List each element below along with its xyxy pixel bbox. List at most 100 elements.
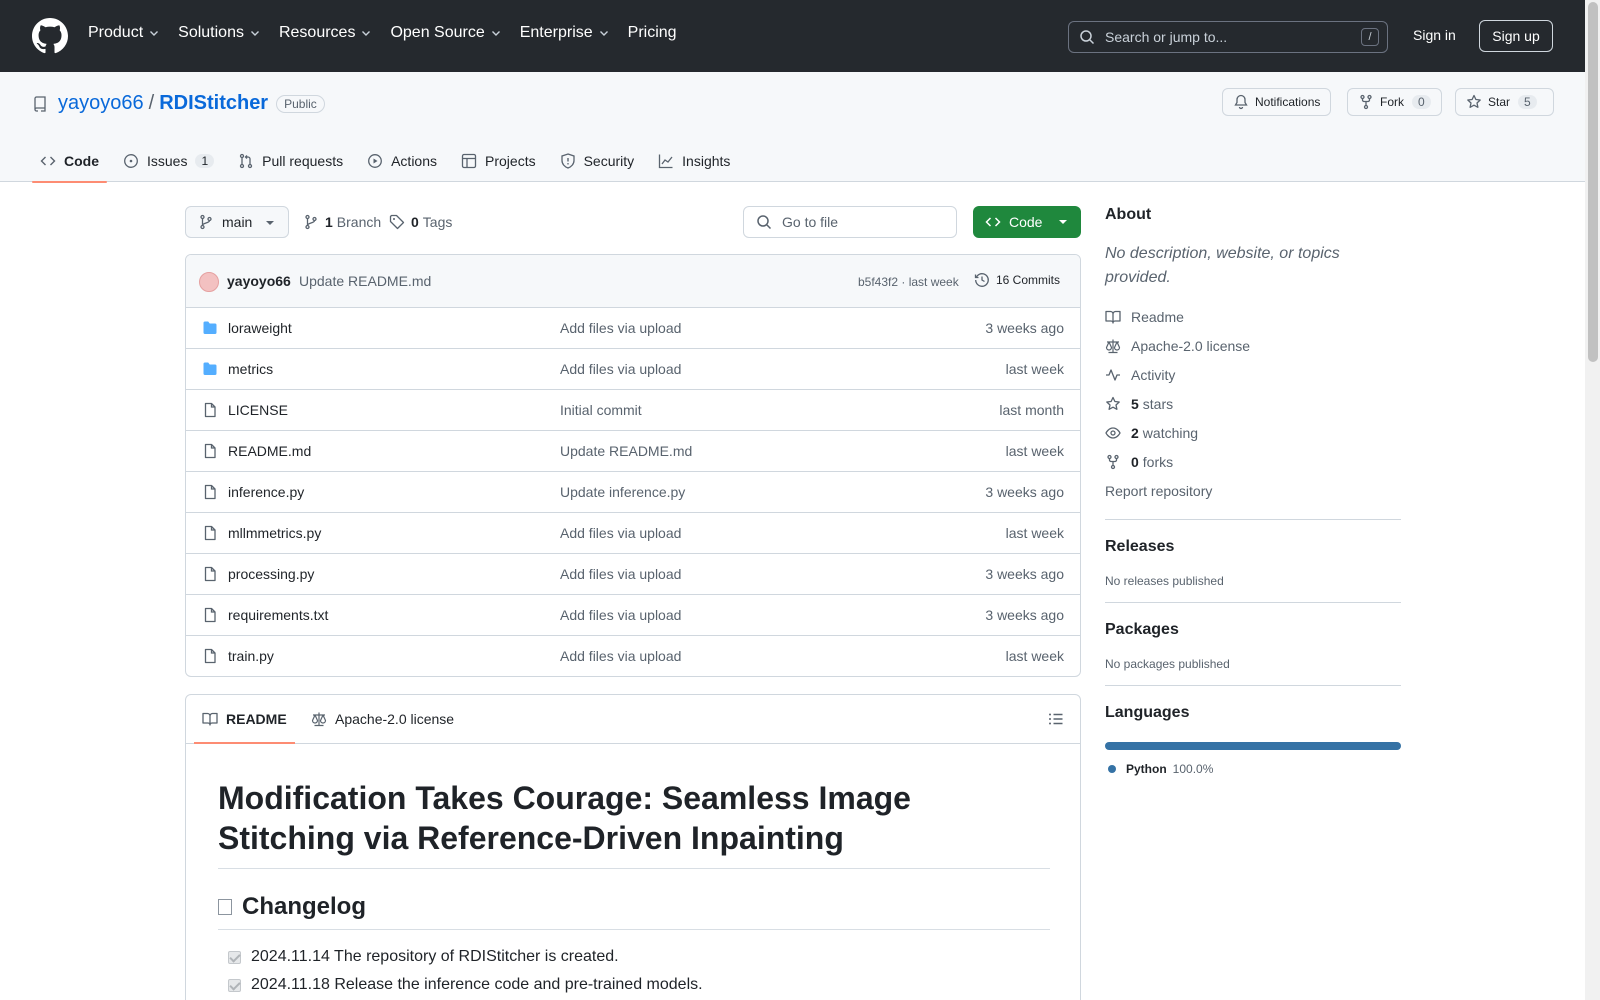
file-name-link[interactable]: requirements.txt [228,607,328,623]
file-name-link[interactable]: mllmmetrics.py [228,525,321,541]
tab-label: Issues [147,153,188,169]
link-label: watching [1142,424,1199,441]
nav-enterprise[interactable]: Enterprise [520,24,610,42]
fork-button[interactable]: Fork 0 [1347,88,1442,116]
license-tab[interactable]: Apache-2.0 license [311,695,454,743]
nav-label: Resources [278,24,356,41]
commit-hash-time[interactable]: b5f43f2 · last week [858,275,959,289]
pulse-icon [1106,368,1120,381]
star-icon [1467,94,1481,108]
file-name-link[interactable]: train.py [228,648,274,664]
star-button[interactable]: Star 5 [1455,88,1554,116]
file-commit-message[interactable]: Add files via upload [560,525,681,541]
commits-history-link[interactable]: 16 Commits [974,272,1060,288]
languages-heading: Languages [1105,704,1190,721]
issue-icon [124,154,138,168]
file-commit-age: 3 weeks ago [985,320,1064,336]
readme-link[interactable]: Readme [1105,302,1401,331]
file-row: LICENSE Initial commit last month [186,390,1080,431]
watching-count: 2 [1131,424,1139,441]
file-commit-message[interactable]: Add files via upload [560,607,681,623]
license-tab-label: Apache-2.0 license [335,711,455,727]
go-to-file-input[interactable]: Go to file [743,206,957,238]
tab-label: Insights [682,153,731,169]
readme-tab[interactable]: README [194,695,295,744]
releases-heading[interactable]: Releases [1105,538,1401,556]
search-input[interactable]: Search or jump to... / [1068,21,1388,53]
tag-count: 0 [411,214,419,230]
tab-security[interactable]: Security [552,140,643,182]
code-button-label: Code [1009,214,1043,230]
repo-title: yayoyo66 / RDIStitcher Public [32,92,325,115]
report-repository-link[interactable]: Report repository [1105,476,1401,505]
file-row: mllmmetrics.py Add files via upload last w… [186,513,1080,554]
file-icon [202,402,218,418]
nav-product[interactable]: Product [88,24,160,42]
tab-projects[interactable]: Projects [453,140,544,182]
file-commit-message[interactable]: Add files via upload [560,320,681,336]
scrollbar-thumb[interactable] [1588,2,1598,362]
history-icon [974,273,989,287]
nav-resources[interactable]: Resources [279,24,372,42]
file-list: yayoyo66 Update README.md b5f43f2 · last… [185,254,1081,677]
file-name-link[interactable]: README.md [228,443,311,459]
stars-link[interactable]: 5 stars [1105,389,1401,418]
file-name-link[interactable]: LICENSE [228,402,288,418]
branch-icon [305,214,317,230]
tag-icon [389,214,405,230]
nav-open-source[interactable]: Open Source [390,24,501,42]
branches-link[interactable]: 1 Branch [303,214,381,230]
tab-pull-requests[interactable]: Pull requests [230,140,351,182]
packages-heading[interactable]: Packages [1105,621,1401,639]
divider [1105,519,1401,520]
commit-author[interactable]: yayoyo66 [227,273,291,289]
tag-label: Tags [422,214,453,230]
tab-actions[interactable]: Actions [359,140,445,182]
fork-icon [1360,94,1372,110]
file-commit-message[interactable]: Add files via upload [560,361,681,377]
tab-issues[interactable]: Issues 1 [115,140,222,182]
language-item[interactable]: Python 100.0% [1105,762,1401,776]
tab-insights[interactable]: Insights [650,140,738,182]
chevron-down-icon [491,31,500,36]
file-commit-message[interactable]: Add files via upload [560,566,681,582]
code-dropdown-button[interactable]: Code [973,206,1081,238]
tags-link[interactable]: 0 Tags [389,214,452,230]
caret-down-icon [1059,220,1067,224]
file-name-link[interactable]: inference.py [228,484,304,500]
sign-up-button[interactable]: Sign up [1479,20,1553,52]
nav-pricing[interactable]: Pricing [628,24,677,42]
file-commit-message[interactable]: Update README.md [560,443,692,459]
divider [1105,602,1401,603]
table-icon [461,153,477,169]
file-name-link[interactable]: loraweight [228,320,292,336]
file-commit-message[interactable]: Initial commit [560,402,642,418]
file-commit-age: last week [1005,361,1064,377]
file-name-link[interactable]: metrics [228,361,273,377]
forks-link[interactable]: 0 forks [1105,447,1401,476]
watching-link[interactable]: 2 watching [1105,418,1401,447]
activity-link[interactable]: Activity [1105,360,1401,389]
branch-select-button[interactable]: main [185,206,289,238]
repo-owner-link[interactable]: yayoyo66 [58,92,144,115]
tab-code[interactable]: Code [32,140,107,183]
tab-label: Projects [485,153,536,169]
heading-anchor-icon[interactable] [218,899,232,915]
file-name-link[interactable]: processing.py [228,566,314,582]
file-commit-message[interactable]: Update inference.py [560,484,685,500]
nav-solutions[interactable]: Solutions [178,24,261,42]
repo-name-link[interactable]: RDIStitcher [159,92,268,115]
sign-in-link[interactable]: Sign in [1413,27,1456,43]
author-avatar[interactable] [199,272,219,292]
github-logo-icon[interactable] [32,18,68,54]
commit-message[interactable]: Update README.md [299,273,431,289]
license-link[interactable]: Apache-2.0 license [1105,331,1401,360]
list-unordered-icon[interactable] [1048,711,1064,727]
report-label: Report repository [1105,482,1213,499]
code-icon [40,156,56,166]
search-placeholder: Search or jump to... [1105,29,1228,45]
task-item: 2024.11.18 Release the inference code an… [228,976,703,994]
link-label: Readme [1131,308,1184,325]
file-commit-message[interactable]: Add files via upload [560,648,681,664]
notifications-button[interactable]: Notifications [1222,88,1332,116]
